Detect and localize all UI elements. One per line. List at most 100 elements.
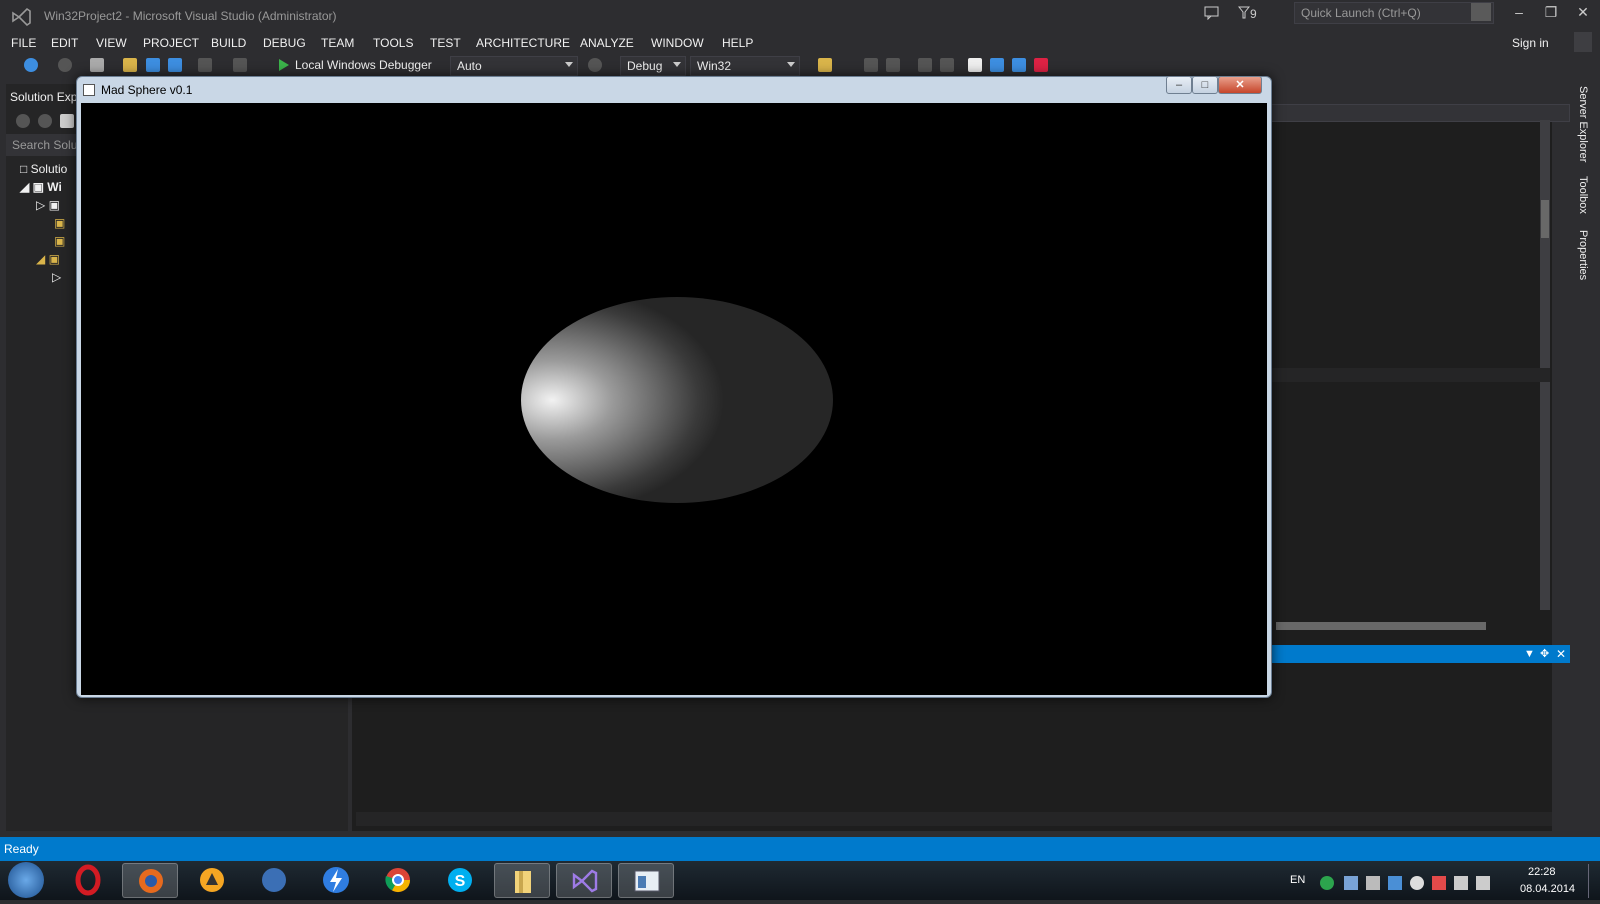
menu-project[interactable]: PROJECT — [143, 36, 199, 50]
menu-architecture[interactable]: ARCHITECTURE — [476, 36, 570, 50]
menu-build[interactable]: BUILD — [211, 36, 246, 50]
side-tab-properties[interactable]: Properties — [1577, 230, 1589, 280]
panel-pin-icon[interactable]: ✥ — [1540, 647, 1549, 660]
tree-folder-2[interactable]: ▣ — [54, 234, 65, 248]
tray-display-icon[interactable] — [1388, 876, 1402, 890]
tray-flag-icon[interactable] — [1432, 876, 1446, 890]
start-button-icon[interactable] — [8, 862, 44, 898]
solution-explorer-title: Solution Exp — [10, 90, 78, 104]
tray-security-icon[interactable] — [1344, 876, 1358, 890]
language-indicator[interactable]: EN — [1290, 874, 1305, 886]
taskbar-opera[interactable] — [60, 863, 116, 898]
side-tab-toolbox[interactable]: Toolbox — [1577, 176, 1589, 214]
mad-sphere-minimize-button[interactable]: – — [1166, 76, 1192, 94]
panel-close-icon[interactable]: ✕ — [1556, 647, 1566, 661]
close-button[interactable]: ✕ — [1570, 4, 1596, 24]
clear-bookmarks-icon[interactable] — [1034, 58, 1048, 72]
sol-forward-icon[interactable] — [38, 114, 52, 128]
redo-icon[interactable] — [233, 58, 247, 72]
taskbar-explorer[interactable] — [494, 863, 550, 898]
platform-value: Win32 — [697, 59, 732, 73]
tree-file[interactable]: ▷ — [52, 270, 61, 284]
taskbar-firefox[interactable] — [122, 863, 178, 898]
taskbar-app-blue[interactable] — [246, 863, 302, 898]
next-bookmark-icon[interactable] — [1012, 58, 1026, 72]
menu-file[interactable]: FILE — [11, 36, 36, 50]
side-tab-server-explorer[interactable]: Server Explorer — [1577, 86, 1589, 162]
bottom-scrollbar[interactable] — [356, 812, 1552, 826]
menu-edit[interactable]: EDIT — [51, 36, 78, 50]
build-config-combo[interactable]: Debug — [620, 56, 686, 76]
tray-tool-icon[interactable] — [1366, 876, 1380, 890]
indent-icon[interactable] — [886, 58, 900, 72]
restore-button[interactable]: ❐ — [1538, 4, 1564, 24]
notification-filter-icon[interactable] — [1238, 6, 1250, 20]
visual-studio-icon — [572, 869, 598, 893]
sphere-render-canvas[interactable] — [81, 103, 1267, 695]
new-project-icon[interactable] — [90, 58, 104, 72]
clock-time[interactable]: 22:28 — [1528, 866, 1556, 878]
save-icon[interactable] — [146, 58, 160, 72]
show-desktop-button[interactable] — [1588, 864, 1589, 898]
taskbar-visual-studio[interactable] — [556, 863, 612, 898]
start-debugging-icon[interactable] — [278, 58, 290, 72]
menu-test[interactable]: TEST — [430, 36, 461, 50]
find-in-files-icon[interactable] — [818, 58, 832, 72]
menu-help[interactable]: HELP — [722, 36, 753, 50]
menu-analyze[interactable]: ANALYZE — [580, 36, 634, 50]
tree-references[interactable]: ▷ ▣ — [36, 198, 60, 212]
tree-project[interactable]: ◢ ▣ Wi — [20, 180, 62, 194]
sol-back-icon[interactable] — [16, 114, 30, 128]
platform-combo[interactable]: Win32 — [690, 56, 800, 76]
taskbar-mad-sphere[interactable] — [618, 863, 674, 898]
vertical-scrollbar[interactable] — [1540, 120, 1550, 610]
taskbar-skype[interactable]: S — [432, 863, 488, 898]
feedback-icon[interactable] — [1204, 6, 1220, 20]
open-file-icon[interactable] — [123, 58, 137, 72]
tray-steam-icon[interactable] — [1410, 876, 1424, 890]
undo-icon[interactable] — [198, 58, 212, 72]
mad-sphere-close-button[interactable]: ✕ — [1218, 76, 1262, 94]
sol-home-icon[interactable] — [60, 114, 74, 128]
quick-launch-search-icon[interactable] — [1471, 3, 1491, 21]
minimize-button[interactable]: – — [1506, 4, 1532, 24]
taskbar-chrome[interactable] — [370, 863, 426, 898]
bookmark-icon[interactable] — [968, 58, 982, 72]
account-icon[interactable] — [1574, 32, 1592, 52]
menu-team[interactable]: TEAM — [321, 36, 354, 50]
clock-date[interactable]: 08.04.2014 — [1520, 883, 1575, 895]
tree-solution[interactable]: □ Solutio — [20, 162, 67, 176]
tree-folder-3[interactable]: ◢ ▣ — [36, 252, 60, 266]
firefox-icon — [139, 869, 163, 893]
solution-config-combo[interactable]: Auto — [450, 56, 578, 76]
debugger-button[interactable]: Local Windows Debugger — [295, 58, 432, 72]
menu-debug[interactable]: DEBUG — [263, 36, 306, 50]
forward-icon[interactable] — [58, 58, 72, 72]
taskbar-lightning-app[interactable] — [308, 863, 364, 898]
menu-window[interactable]: WINDOW — [651, 36, 704, 50]
menu-bar: FILE EDIT VIEW PROJECT BUILD DEBUG TEAM … — [0, 32, 1600, 54]
sphere-shape — [521, 297, 833, 503]
save-all-icon[interactable] — [168, 58, 182, 72]
quick-launch-input[interactable]: Quick Launch (Ctrl+Q) — [1294, 2, 1494, 24]
sign-in-link[interactable]: Sign in — [1512, 36, 1549, 50]
tray-app-icon[interactable] — [1320, 876, 1334, 890]
menu-tools[interactable]: TOOLS — [373, 36, 413, 50]
refresh-icon[interactable] — [588, 58, 602, 72]
taskbar-aimp[interactable] — [184, 863, 240, 898]
mad-sphere-maximize-button[interactable]: □ — [1192, 76, 1218, 94]
tray-volume-icon[interactable] — [1476, 876, 1490, 890]
tree-folder-1[interactable]: ▣ — [54, 216, 65, 230]
horizontal-scroll-thumb[interactable] — [1276, 622, 1486, 630]
back-icon[interactable] — [24, 58, 38, 72]
menu-view[interactable]: VIEW — [96, 36, 127, 50]
uncomment-icon[interactable] — [940, 58, 954, 72]
navigation-dropdown[interactable] — [1250, 104, 1570, 122]
outdent-icon[interactable] — [864, 58, 878, 72]
panel-dropdown-icon[interactable]: ▼ — [1524, 648, 1535, 660]
vertical-scroll-thumb[interactable] — [1541, 200, 1549, 238]
tray-network-icon[interactable] — [1454, 876, 1468, 890]
prev-bookmark-icon[interactable] — [990, 58, 1004, 72]
comment-icon[interactable] — [918, 58, 932, 72]
notification-count: 9 — [1250, 7, 1257, 21]
